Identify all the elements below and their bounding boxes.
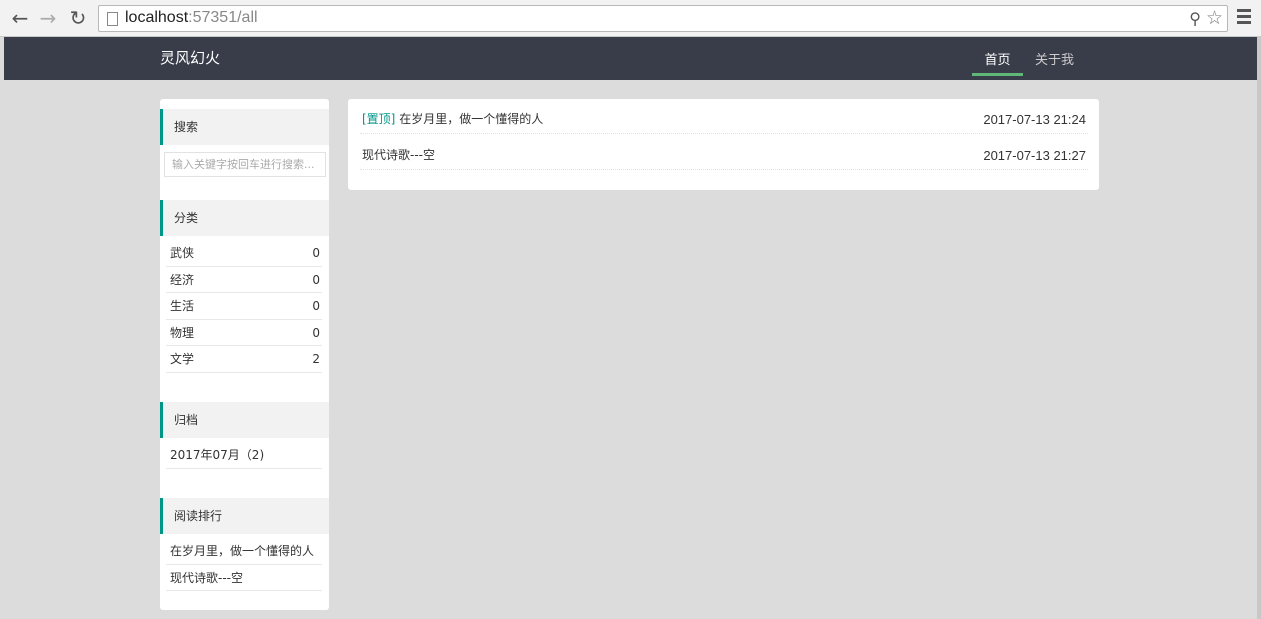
search-input[interactable]	[164, 152, 326, 177]
address-bar[interactable]: localhost:57351/all ⚲ ☆	[98, 5, 1228, 32]
url-path: :57351/all	[188, 9, 258, 26]
browser-menu-icon[interactable]	[1237, 9, 1251, 25]
site-brand[interactable]: 灵风幻火	[160, 47, 220, 68]
category-item[interactable]: 文学 2	[166, 346, 322, 373]
category-name: 物理	[170, 325, 195, 340]
category-list: 武侠 0 经济 0 生活 0 物理 0 文学 2	[166, 240, 322, 373]
scrollbar[interactable]	[1257, 37, 1261, 619]
archive-section-title: 归档	[160, 402, 329, 438]
ranking-item[interactable]: 在岁月里，做一个懂得的人	[166, 538, 322, 565]
post-date: 2017-07-13 21:24	[983, 112, 1086, 127]
window-left-edge	[0, 37, 4, 619]
url-text[interactable]: localhost:57351/all	[125, 9, 258, 27]
url-host: localhost	[125, 9, 189, 26]
nav-home[interactable]: 首页	[972, 49, 1023, 80]
category-count: 0	[312, 272, 320, 287]
post-title: 在岁月里，做一个懂得的人	[399, 112, 544, 126]
post-title: 现代诗歌---空	[362, 148, 435, 162]
forward-arrow-icon[interactable]: →	[36, 6, 60, 30]
category-count: 2	[312, 352, 320, 366]
post-row: [置顶] 在岁月里，做一个懂得的人 2017-07-13 21:24	[360, 99, 1088, 134]
nav-about[interactable]: 关于我	[1035, 49, 1074, 80]
ranking-item[interactable]: 现代诗歌---空	[166, 565, 322, 591]
ranking-list: 在岁月里，做一个懂得的人 现代诗歌---空	[166, 538, 322, 591]
post-date: 2017-07-13 21:27	[983, 148, 1086, 163]
category-count: 0	[312, 299, 320, 313]
bookmark-star-icon[interactable]: ☆	[1206, 7, 1223, 29]
post-row: 现代诗歌---空 2017-07-13 21:27	[360, 135, 1088, 170]
reload-icon[interactable]: ↻	[66, 6, 90, 30]
category-count: 0	[312, 246, 320, 260]
category-name: 武侠	[170, 246, 195, 260]
category-item[interactable]: 物理 0	[166, 320, 322, 346]
site-header: 灵风幻火 首页 关于我	[4, 37, 1257, 80]
ranking-section-title: 阅读排行	[160, 498, 329, 534]
category-name: 生活	[170, 299, 195, 313]
category-item[interactable]: 武侠 0	[166, 240, 322, 267]
browser-toolbar: ← → ↻ localhost:57351/all ⚲ ☆	[0, 0, 1261, 37]
sidebar: 搜索 分类 武侠 0 经济 0 生活 0 物理 0 文学 2 归档 2017年07月（2)…	[160, 99, 329, 610]
category-name: 文学	[170, 352, 195, 366]
pinned-tag: [置顶]	[362, 112, 396, 126]
post-list-panel: [置顶] 在岁月里，做一个懂得的人 2017-07-13 21:24 现代诗歌-…	[348, 99, 1099, 190]
back-arrow-icon[interactable]: ←	[8, 6, 32, 30]
search-section-title: 搜索	[160, 109, 329, 145]
zoom-icon[interactable]: ⚲	[1189, 9, 1201, 28]
post-title-link[interactable]: 现代诗歌---空	[362, 146, 435, 163]
category-item[interactable]: 生活 0	[166, 293, 322, 320]
archive-item[interactable]: 2017年07月（2)	[166, 442, 322, 469]
category-count: 0	[312, 325, 320, 340]
post-title-link[interactable]: [置顶] 在岁月里，做一个懂得的人	[362, 110, 543, 127]
category-name: 经济	[170, 272, 195, 287]
page-icon	[107, 12, 118, 26]
category-section-title: 分类	[160, 200, 329, 236]
category-item[interactable]: 经济 0	[166, 267, 322, 293]
